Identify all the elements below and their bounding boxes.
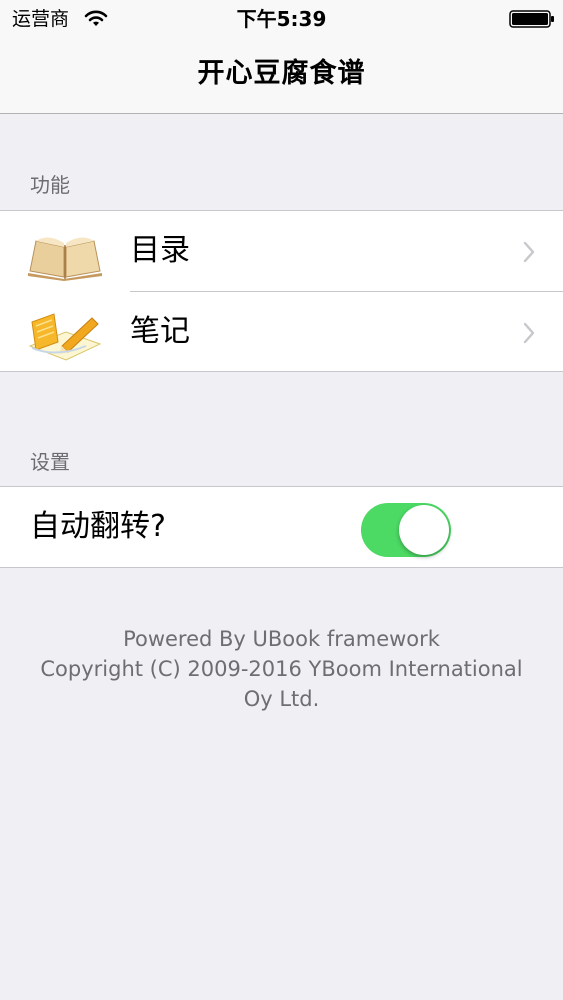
- footer-company: Oy Ltd.: [243, 687, 320, 711]
- auto-rotate-label: 自动翻转?: [30, 509, 166, 544]
- footer-copyright: Copyright (C) 2009-2016 YBoom Internatio…: [40, 657, 523, 681]
- status-time: 下午5:39: [236, 7, 327, 31]
- menu-item-notes[interactable]: 笔记: [0, 292, 563, 372]
- auto-rotate-row: 自动翻转?: [0, 487, 563, 567]
- top-bar: 运营商 下午5:39 开心豆腐食谱: [0, 0, 563, 114]
- app-screen: 运营商 下午5:39 开心豆腐食谱 功能 目录 笔记 设置 自动翻转? Powe…: [0, 0, 563, 1000]
- toggle-knob: [399, 505, 449, 555]
- features-group: 目录 笔记: [0, 210, 563, 372]
- battery-icon: [509, 10, 554, 28]
- section-header-features: 功能: [30, 173, 70, 197]
- page-title: 开心豆腐食谱: [197, 58, 366, 89]
- status-bar: 运营商 下午5:39: [0, 0, 563, 40]
- notebook-pencil-icon: [28, 313, 102, 361]
- footer-powered-by: Powered By UBook framework: [123, 627, 440, 651]
- menu-item-catalog[interactable]: 目录: [0, 211, 563, 292]
- section-header-settings: 设置: [30, 450, 70, 474]
- chevron-right-icon: [523, 241, 535, 263]
- menu-item-catalog-label: 目录: [130, 233, 190, 268]
- open-book-icon: [28, 237, 102, 281]
- chevron-right-icon: [523, 322, 535, 344]
- menu-item-notes-label: 笔记: [130, 314, 190, 349]
- footer-credits: Powered By UBook framework Copyright (C)…: [0, 624, 563, 714]
- auto-rotate-toggle[interactable]: [361, 503, 451, 557]
- settings-group: 自动翻转?: [0, 486, 563, 568]
